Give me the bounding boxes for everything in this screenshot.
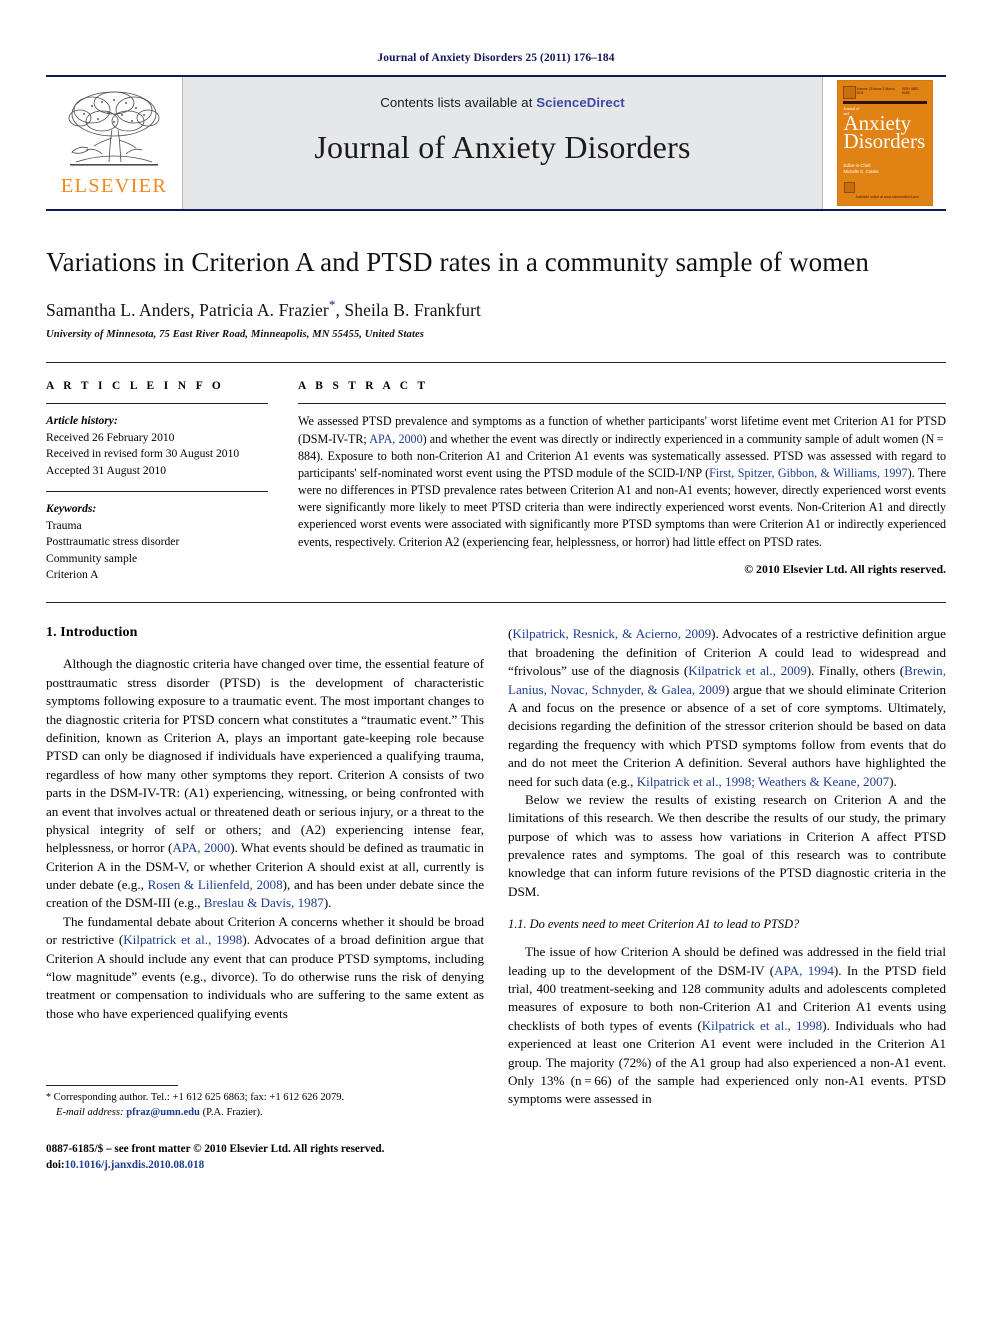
paper-page: Journal of Anxiety Disorders 25 (2011) 1… — [0, 0, 992, 1323]
footnotes-block: * Corresponding author. Tel.: +1 612 625… — [46, 1085, 484, 1173]
citation-link[interactable]: APA, 2000 — [172, 840, 230, 855]
keywords-group: Keywords: Trauma Posttraumatic stress di… — [46, 501, 268, 583]
citation-link[interactable]: APA, 2000 — [369, 432, 422, 446]
section-heading-introduction: 1. Introduction — [46, 625, 138, 641]
article-history-label: Article history: — [46, 414, 118, 428]
authors-tail: , Sheila B. Frankfurt — [335, 299, 481, 320]
citation-link[interactable]: Rosen & Lilienfeld, 2008 — [148, 877, 283, 892]
cover-issn-meta: ISSN 0887-6185 — [901, 87, 920, 95]
citation-link[interactable]: Kilpatrick et al., 2009 — [688, 663, 807, 678]
paragraph: The fundamental debate about Criterion A… — [46, 913, 484, 1023]
author-list: Samantha L. Anders, Patricia A. Frazier*… — [46, 297, 946, 321]
cover-title-disorders: Disorders — [843, 129, 926, 153]
email-footnote: E-mail address: pfraz@umn.edu (P.A. Fraz… — [46, 1106, 484, 1121]
doi-label: doi: — [46, 1158, 65, 1171]
contents-prefix: Contents lists available at — [380, 95, 537, 110]
cover-editor: Editor-in-Chief: Michelle G. Craske — [844, 163, 879, 175]
history-item: Received 26 February 2010 — [46, 430, 175, 444]
para-seg: ) argue that we should eliminate Criteri… — [508, 681, 946, 789]
footnote-rule — [46, 1085, 178, 1087]
footnote-text: Corresponding author. Tel.: +1 612 625 6… — [51, 1092, 345, 1104]
abstract-column: A B S T R A C T We assessed PTSD prevale… — [294, 380, 946, 583]
history-item: Accepted 31 August 2010 — [46, 463, 167, 477]
title-block: Variations in Criterion A and PTSD rates… — [46, 209, 946, 340]
info-abstract-band: A R T I C L E I N F O Article history: R… — [46, 362, 946, 583]
email-label: E-mail address: — [56, 1106, 124, 1118]
contents-available-line: Contents lists available at ScienceDirec… — [183, 95, 822, 110]
doi-line: doi:10.1016/j.janxdis.2010.08.018 — [46, 1157, 484, 1173]
elsevier-logo: ELSEVIER — [55, 88, 173, 198]
issn-doi-block: 0887-6185/$ – see front matter © 2010 El… — [46, 1141, 484, 1173]
body-divider — [46, 602, 946, 604]
journal-title: Journal of Anxiety Disorders — [314, 129, 691, 165]
paragraph: (Kilpatrick, Resnick, & Acierno, 2009). … — [508, 625, 946, 791]
keywords-label: Keywords: — [46, 502, 97, 516]
elsevier-tree-icon — [68, 91, 160, 166]
cover-editor-name: Michelle G. Craske — [843, 169, 879, 174]
left-column: 1. Introduction Although the diagnostic … — [46, 625, 484, 1173]
article-history-group: Article history: Received 26 February 20… — [46, 413, 268, 479]
article-info-heading: A R T I C L E I N F O — [46, 380, 225, 393]
citation-link[interactable]: First, Spitzer, Gibbon, & Williams, 1997 — [709, 466, 907, 480]
publisher-logo-area: ELSEVIER — [46, 77, 182, 209]
history-item: Received in revised form 30 August 2010 — [46, 447, 240, 461]
issn-line: 0887-6185/$ – see front matter © 2010 El… — [46, 1142, 385, 1155]
email-link[interactable]: pfraz@umn.edu — [126, 1107, 200, 1118]
subsection-heading-1-1: 1.1. Do events need to meet Criterion A1… — [508, 917, 800, 932]
citation-link[interactable]: Breslau & Davis, 1987 — [204, 895, 324, 910]
keyword-item: Trauma — [46, 518, 82, 532]
affiliation: University of Minnesota, 75 East River R… — [46, 329, 425, 341]
masthead-center: Contents lists available at ScienceDirec… — [182, 77, 823, 209]
page-title: Variations in Criterion A and PTSD rates… — [46, 247, 869, 277]
cover-rule — [842, 101, 927, 104]
info-divider-top — [46, 403, 268, 405]
journal-masthead: ELSEVIER Contents lists available at Sci… — [46, 75, 946, 209]
cover-footer-text: Available online at www.sciencedirect.co… — [855, 195, 920, 199]
running-head: Journal of Anxiety Disorders 25 (2011) 1… — [377, 52, 615, 64]
body-columns: 1. Introduction Although the diagnostic … — [46, 625, 946, 1173]
article-info-column: A R T I C L E I N F O Article history: R… — [46, 380, 294, 583]
para-seg: ). — [323, 895, 332, 911]
citation-link[interactable]: Kilpatrick et al., 1998; Weathers & Kean… — [637, 774, 890, 789]
elsevier-wordmark: ELSEVIER — [60, 175, 168, 197]
keyword-item: Posttraumatic stress disorder — [46, 535, 180, 549]
keyword-item: Criterion A — [46, 567, 99, 581]
keyword-item: Community sample — [46, 551, 138, 565]
copyright-line: © 2010 Elsevier Ltd. All rights reserved… — [744, 561, 946, 576]
citation-link[interactable]: APA, 1994 — [774, 963, 834, 978]
sciencedirect-link[interactable]: ScienceDirect — [536, 95, 625, 110]
para-seg: ). Finally, others ( — [806, 663, 905, 679]
abstract-heading: A B S T R A C T — [298, 380, 429, 393]
paragraph: The issue of how Criterion A should be d… — [508, 943, 946, 1109]
cover-footer-mark-icon — [843, 182, 855, 193]
citation-link[interactable]: Kilpatrick et al., 1998 — [702, 1018, 823, 1033]
para-seg: ). — [889, 773, 897, 789]
email-suffix: (P.A. Frazier). — [199, 1106, 263, 1118]
authors-main: Samantha L. Anders, Patricia A. Frazier — [46, 299, 329, 320]
corresponding-author-footnote: * Corresponding author. Tel.: +1 612 625… — [46, 1091, 484, 1106]
paragraph: Below we review the results of existing … — [508, 791, 946, 899]
citation-link[interactable]: Kilpatrick, Resnick, & Acierno, 2009 — [512, 626, 711, 641]
journal-cover-area: Volume 25 Issue 2 March 2011 ISSN 0887-6… — [823, 77, 946, 209]
journal-cover-thumbnail: Volume 25 Issue 2 March 2011 ISSN 0887-6… — [836, 80, 933, 206]
info-divider-mid — [46, 491, 268, 493]
citation-link[interactable]: Kilpatrick et al., 1998 — [123, 932, 242, 947]
para-seg: Although the diagnostic criteria have ch… — [46, 656, 484, 856]
cover-meta-line: Volume 25 Issue 2 March 2011 ISSN 0887-6… — [843, 87, 927, 95]
abstract-divider — [298, 403, 946, 405]
abstract-text: We assessed PTSD prevalence and symptoms… — [298, 413, 946, 550]
doi-link[interactable]: 10.1016/j.janxdis.2010.08.018 — [65, 1159, 205, 1171]
paragraph: Although the diagnostic criteria have ch… — [46, 655, 484, 912]
cover-volume-meta: Volume 25 Issue 2 March 2011 — [856, 87, 895, 95]
right-column: (Kilpatrick, Resnick, & Acierno, 2009). … — [508, 625, 946, 1173]
